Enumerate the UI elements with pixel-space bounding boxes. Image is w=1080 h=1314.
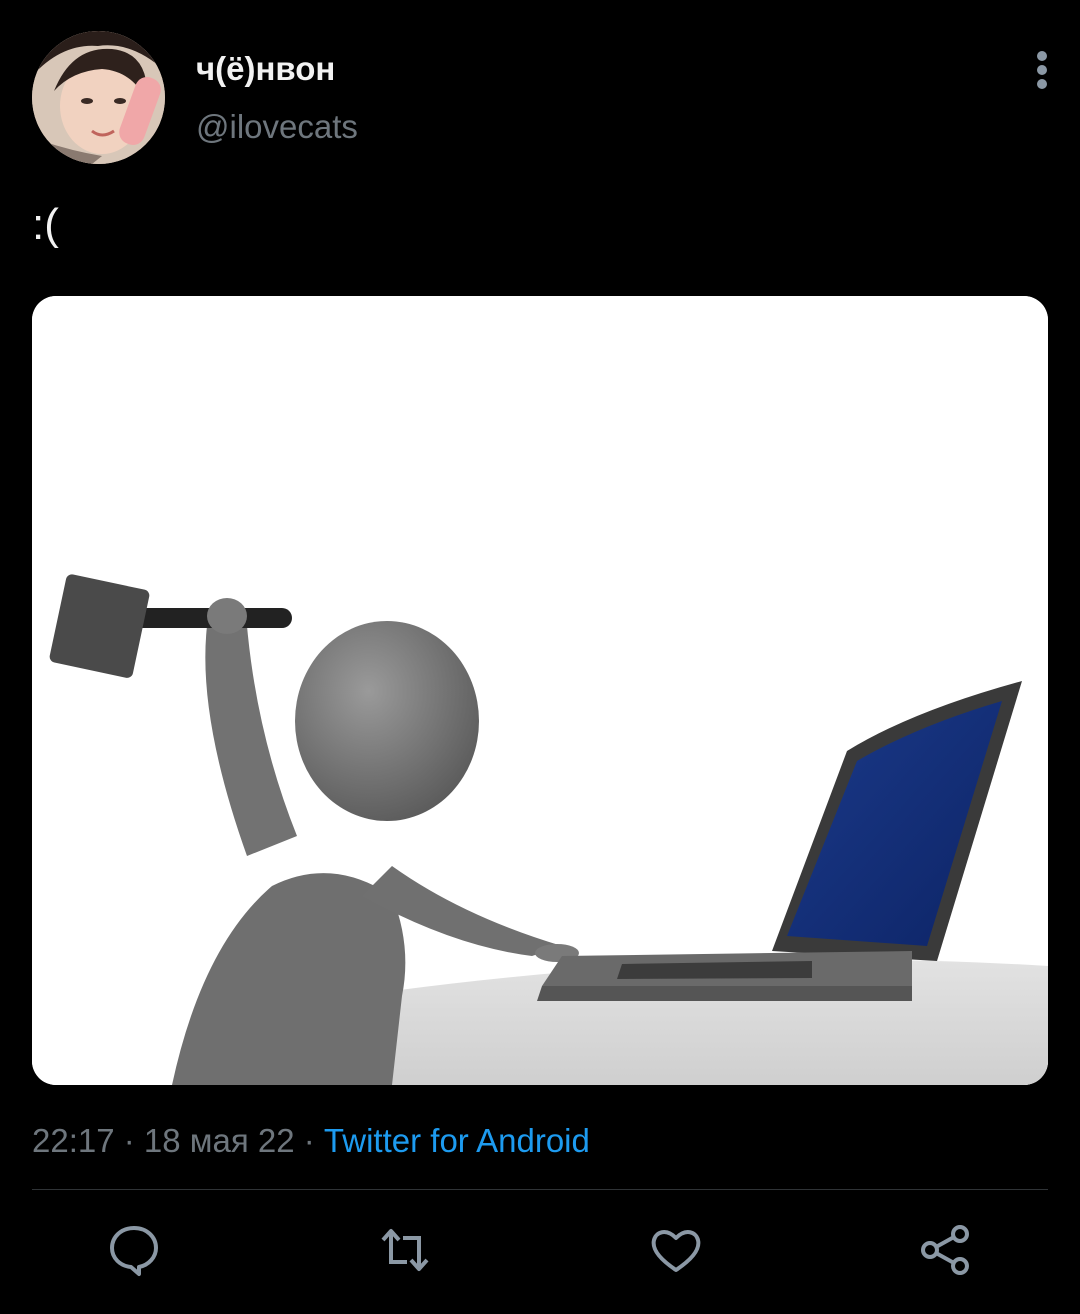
author-avatar[interactable] [32,31,165,164]
author-display-name[interactable]: ч(ё)нвон [196,50,335,88]
tweet-meta: 22:17 · 18 мая 22 · Twitter for Android [32,1122,590,1160]
divider [32,1189,1048,1190]
share-button[interactable] [917,1222,973,1278]
tweet-text: :( [32,200,59,249]
more-vertical-icon [1037,51,1047,89]
more-options-button[interactable] [1026,48,1058,92]
tweet-date: 18 мая 22 [143,1122,295,1159]
meta-separator: · [114,1122,144,1159]
author-handle[interactable]: @ilovecats [196,108,358,146]
tweet-media[interactable] [32,296,1048,1085]
tweet-time: 22:17 [32,1122,115,1159]
retweet-button[interactable] [377,1222,433,1278]
share-icon [921,1225,969,1275]
retweet-icon [381,1229,429,1271]
figure-smashing-laptop-illustration-icon [32,296,1048,1085]
avatar-photo-icon [32,31,165,164]
tweet-source-link[interactable]: Twitter for Android [324,1122,590,1159]
like-icon [651,1230,701,1272]
reply-icon [110,1226,158,1276]
reply-button[interactable] [106,1222,162,1278]
like-button[interactable] [648,1222,704,1278]
meta-separator: · [294,1122,324,1159]
